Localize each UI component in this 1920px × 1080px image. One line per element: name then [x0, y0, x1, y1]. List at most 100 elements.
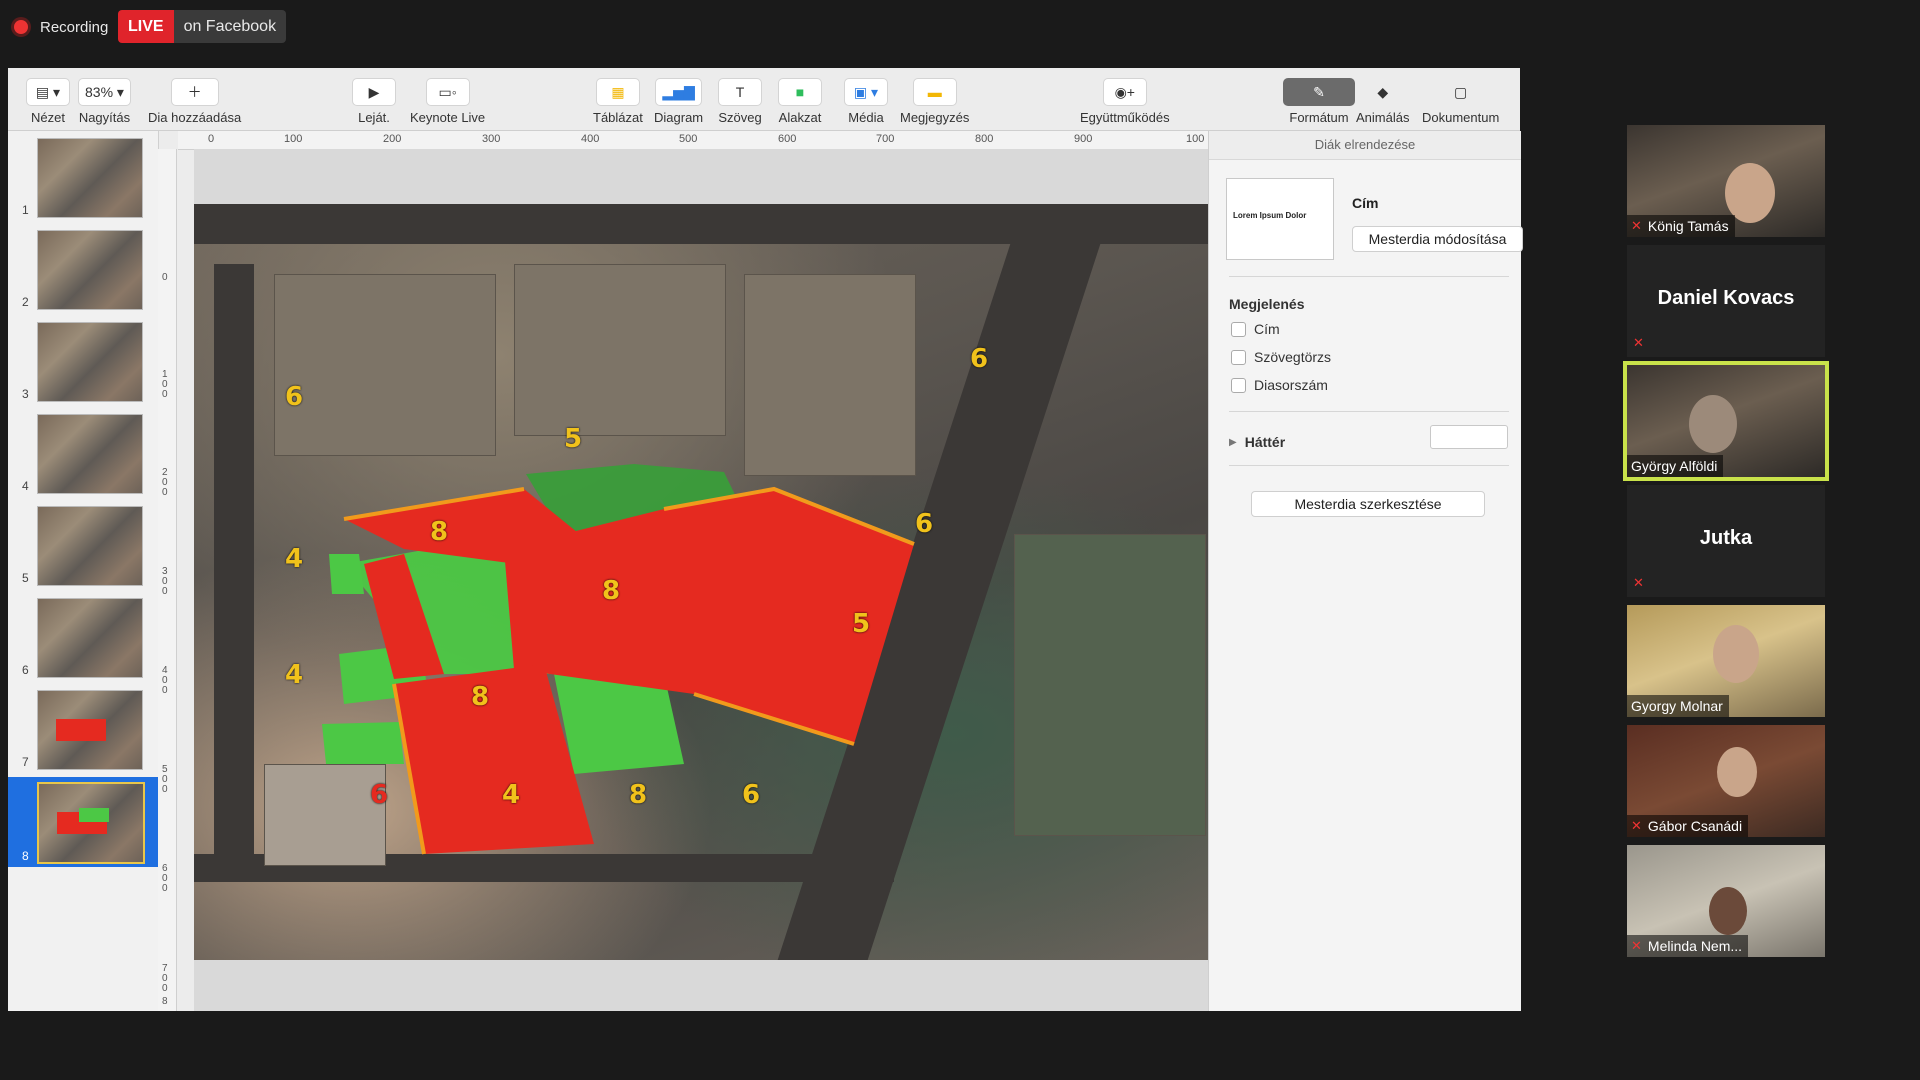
play-button[interactable]: ▶ Leját. — [352, 78, 396, 125]
checkbox-box[interactable] — [1231, 321, 1246, 337]
participant-tile-active-speaker[interactable]: György Alföldi — [1623, 361, 1829, 481]
ruler-tick: 200 — [383, 133, 402, 145]
text-icon: T — [718, 78, 762, 106]
participant-tile[interactable]: Jutka ✕ — [1627, 485, 1825, 597]
master-thumbnail[interactable]: Lorem Ipsum Dolor — [1226, 178, 1334, 260]
slide-thumbnail[interactable]: 6 — [8, 595, 158, 681]
chart-button[interactable]: ▂▅▇ Diagram — [654, 78, 703, 125]
table-icon: ▦ — [595, 78, 640, 106]
checkbox-box[interactable] — [1231, 377, 1246, 393]
media-button[interactable]: ▣ ▾ Média — [844, 78, 888, 125]
slide-thumbnail[interactable]: 4 — [8, 411, 158, 497]
edit-master-button[interactable]: Mesterdia szerkesztése — [1251, 491, 1485, 517]
slide-thumbnail[interactable]: 7 — [8, 687, 158, 773]
participant-footer: Gyorgy Molnar — [1627, 695, 1729, 717]
collaborate-button[interactable]: ◉+ Együttműködés — [1080, 78, 1170, 125]
slide-thumbnail-selected[interactable]: 8 — [8, 777, 158, 867]
table-label: Táblázat — [593, 110, 643, 125]
participant-footer: ✕ Gábor Csanádi — [1627, 815, 1749, 837]
ruler-tick: 300 — [482, 133, 501, 145]
live-destination: on Facebook — [173, 10, 287, 43]
participant-name: Melinda Nem... — [1647, 938, 1743, 954]
text-label: Szöveg — [718, 110, 762, 125]
participant-tile[interactable]: Gyorgy Molnar — [1627, 605, 1825, 717]
slide-canvas[interactable]: 6 5 6 6 8 4 8 5 4 8 6 4 8 6 — [194, 149, 1208, 1011]
slide-navigator: 1 2 3 4 5 6 7 8 — [8, 131, 159, 1011]
text-button[interactable]: T Szöveg — [718, 78, 762, 125]
ruler-tick: 8 — [162, 996, 168, 1007]
add-slide-button[interactable]: ＋ Dia hozzáadása — [148, 78, 241, 125]
master-title: Cím — [1352, 195, 1379, 211]
participant-video — [1725, 163, 1775, 223]
slide-number: 3 — [22, 387, 29, 401]
view-button[interactable]: ▤ ▾ Nézet — [26, 78, 70, 125]
view-label: Nézet — [31, 110, 65, 125]
slide-thumbnail[interactable]: 3 — [8, 319, 158, 405]
area-number-label: 6 — [970, 344, 989, 374]
change-master-button[interactable]: Mesterdia módosítása — [1352, 226, 1523, 252]
record-icon — [14, 20, 28, 34]
shape-button[interactable]: ■ Alakzat — [778, 78, 822, 125]
animate-icon: ◆ — [1377, 83, 1389, 100]
background-label: Háttér — [1244, 434, 1286, 450]
green-area — [329, 554, 364, 594]
ruler-tick: 100 — [284, 133, 303, 145]
body-checkbox[interactable]: Szövegtörzs — [1231, 349, 1331, 365]
keynote-live-button[interactable]: ▭◦ Keynote Live — [410, 78, 485, 125]
checkbox-box[interactable] — [1231, 349, 1246, 365]
panel-header: Diák elrendezése — [1209, 131, 1521, 160]
comment-button[interactable]: ▬ Megjegyzés — [900, 78, 969, 125]
ruler-tick: 500 — [162, 764, 168, 795]
slide-number: 4 — [22, 479, 29, 493]
background-color-well[interactable] — [1430, 425, 1508, 449]
participant-footer: ✕ König Tamás — [1627, 215, 1735, 237]
participant-tile[interactable]: ✕ Gábor Csanádi — [1627, 725, 1825, 837]
slide-thumbnail[interactable]: 1 — [8, 135, 158, 221]
recording-indicator: Recording — [14, 13, 108, 41]
slide-preview — [37, 322, 143, 402]
animate-button[interactable]: ◆ Animálás — [1356, 78, 1409, 126]
participant-name: Gyorgy Molnar — [1631, 698, 1723, 714]
format-label: Formátum — [1289, 110, 1349, 125]
title-checkbox[interactable]: Cím — [1231, 321, 1280, 337]
slide-number-checkbox[interactable]: Diasorszám — [1231, 377, 1328, 393]
checkbox-label: Diasorszám — [1254, 377, 1328, 393]
document-icon: ▢ — [1454, 83, 1468, 100]
table-button[interactable]: ▦ Táblázat — [593, 78, 643, 125]
ruler-tick: 0 — [162, 272, 168, 283]
area-number-label: 6 — [285, 382, 304, 412]
participant-video — [1713, 625, 1759, 683]
participant-video — [1689, 395, 1737, 453]
slide-thumbnail[interactable]: 5 — [8, 503, 158, 589]
appearance-heading: Megjelenés — [1229, 296, 1305, 312]
shared-window: ▤ ▾ Nézet 83% ▾ Nagyítás ＋ Dia hozzáadás… — [8, 68, 1523, 1011]
participant-name: Gábor Csanádi — [1647, 818, 1743, 834]
mic-muted-icon: ✕ — [1631, 938, 1642, 953]
live-indicator[interactable]: LIVE on Facebook — [118, 10, 287, 43]
background-disclosure[interactable]: ▶ Háttér — [1229, 434, 1285, 450]
zoom-text: 83% — [85, 84, 114, 100]
ruler-tick: 300 — [162, 566, 168, 597]
area-number-label: 4 — [285, 544, 304, 574]
live-badge: LIVE — [118, 10, 174, 43]
participant-tile[interactable]: Daniel Kovacs ✕ — [1627, 245, 1825, 357]
area-number-label: 6 — [915, 509, 934, 539]
zoom-button[interactable]: 83% ▾ Nagyítás — [78, 78, 131, 125]
ruler-tick: 100 — [1186, 133, 1205, 145]
participant-tile[interactable]: ✕ Melinda Nem... — [1627, 845, 1825, 957]
document-button[interactable]: ▢ Dokumentum — [1422, 78, 1499, 126]
slide-aerial-map[interactable]: 6 5 6 6 8 4 8 5 4 8 6 4 8 6 — [194, 204, 1208, 960]
participant-name: Daniel Kovacs — [1657, 287, 1795, 309]
participant-tile[interactable]: ✕ König Tamás — [1627, 125, 1825, 237]
slide-preview — [37, 506, 143, 586]
slide-number: 8 — [22, 849, 29, 863]
format-button[interactable]: ✎ Formátum — [1283, 78, 1355, 125]
ruler-tick: 800 — [975, 133, 994, 145]
format-icon: ✎ — [1283, 78, 1355, 106]
horizontal-ruler: 0 100 200 300 400 500 600 700 800 900 10… — [178, 131, 1208, 150]
divider — [1229, 411, 1509, 412]
ruler-tick: 500 — [679, 133, 698, 145]
slide-thumbnail[interactable]: 2 — [8, 227, 158, 313]
area-number-label: 5 — [564, 424, 583, 454]
ruler-tick: 900 — [1074, 133, 1093, 145]
